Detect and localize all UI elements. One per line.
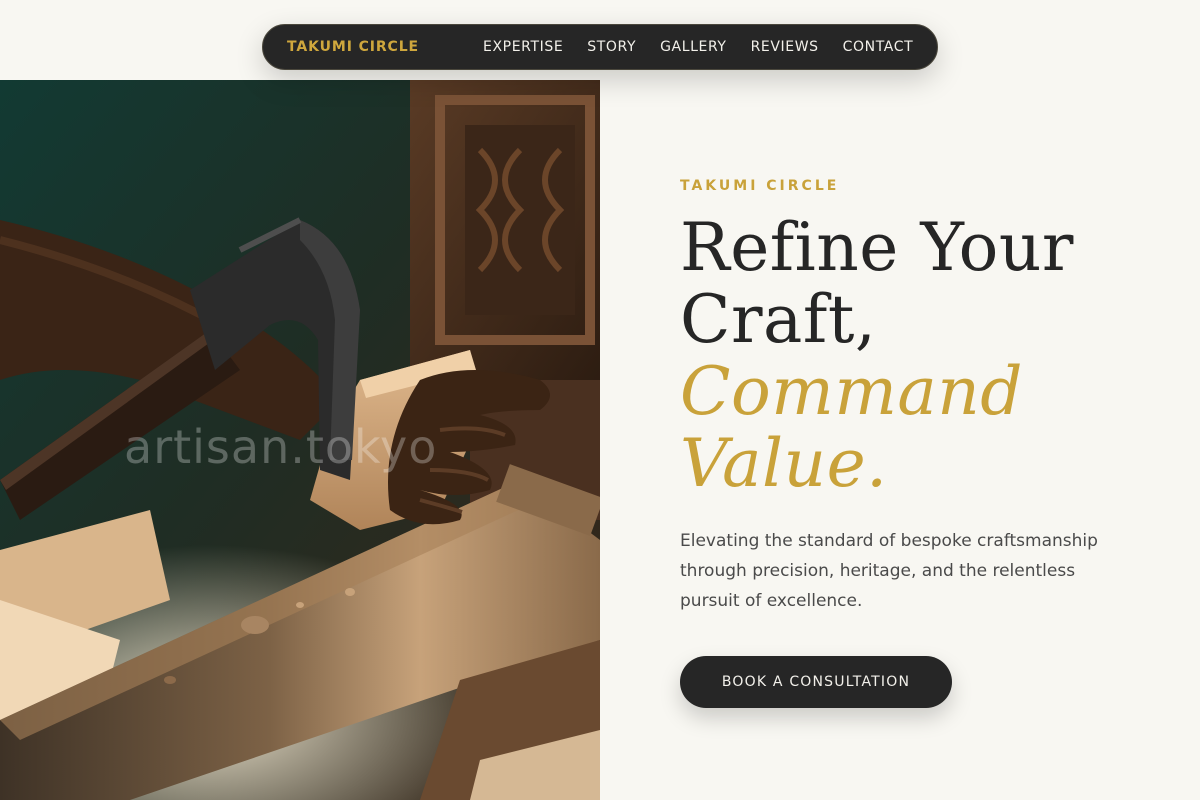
hero-image: artisan.tokyo [0, 80, 600, 800]
headline-accent-line-1: Command [680, 353, 1024, 430]
hero-headline: Refine Your Craft, Command Value. [680, 212, 1150, 500]
book-consultation-button[interactable]: BOOK A CONSULTATION [680, 656, 952, 708]
nav-link-contact[interactable]: CONTACT [843, 39, 914, 55]
nav-links: EXPERTISE STORY GALLERY REVIEWS CONTACT [483, 39, 913, 55]
nav-brand[interactable]: TAKUMI CIRCLE [287, 39, 419, 55]
headline-line-1: Refine Your [680, 209, 1074, 286]
image-watermark: artisan.tokyo [124, 420, 438, 474]
nav-link-expertise[interactable]: EXPERTISE [483, 39, 563, 55]
nav-link-reviews[interactable]: REVIEWS [751, 39, 819, 55]
nav-link-gallery[interactable]: GALLERY [660, 39, 726, 55]
page: TAKUMI CIRCLE EXPERTISE STORY GALLERY RE… [0, 0, 1200, 800]
top-nav: TAKUMI CIRCLE EXPERTISE STORY GALLERY RE… [262, 24, 938, 70]
nav-link-story[interactable]: STORY [587, 39, 636, 55]
hero-copy: TAKUMI CIRCLE Refine Your Craft, Command… [680, 178, 1150, 708]
headline-accent-line-2: Value. [680, 425, 888, 502]
hero-eyebrow: TAKUMI CIRCLE [680, 178, 840, 194]
headline-line-2: Craft, [680, 281, 877, 358]
hero-subcopy: Elevating the standard of bespoke crafts… [680, 531, 1098, 611]
